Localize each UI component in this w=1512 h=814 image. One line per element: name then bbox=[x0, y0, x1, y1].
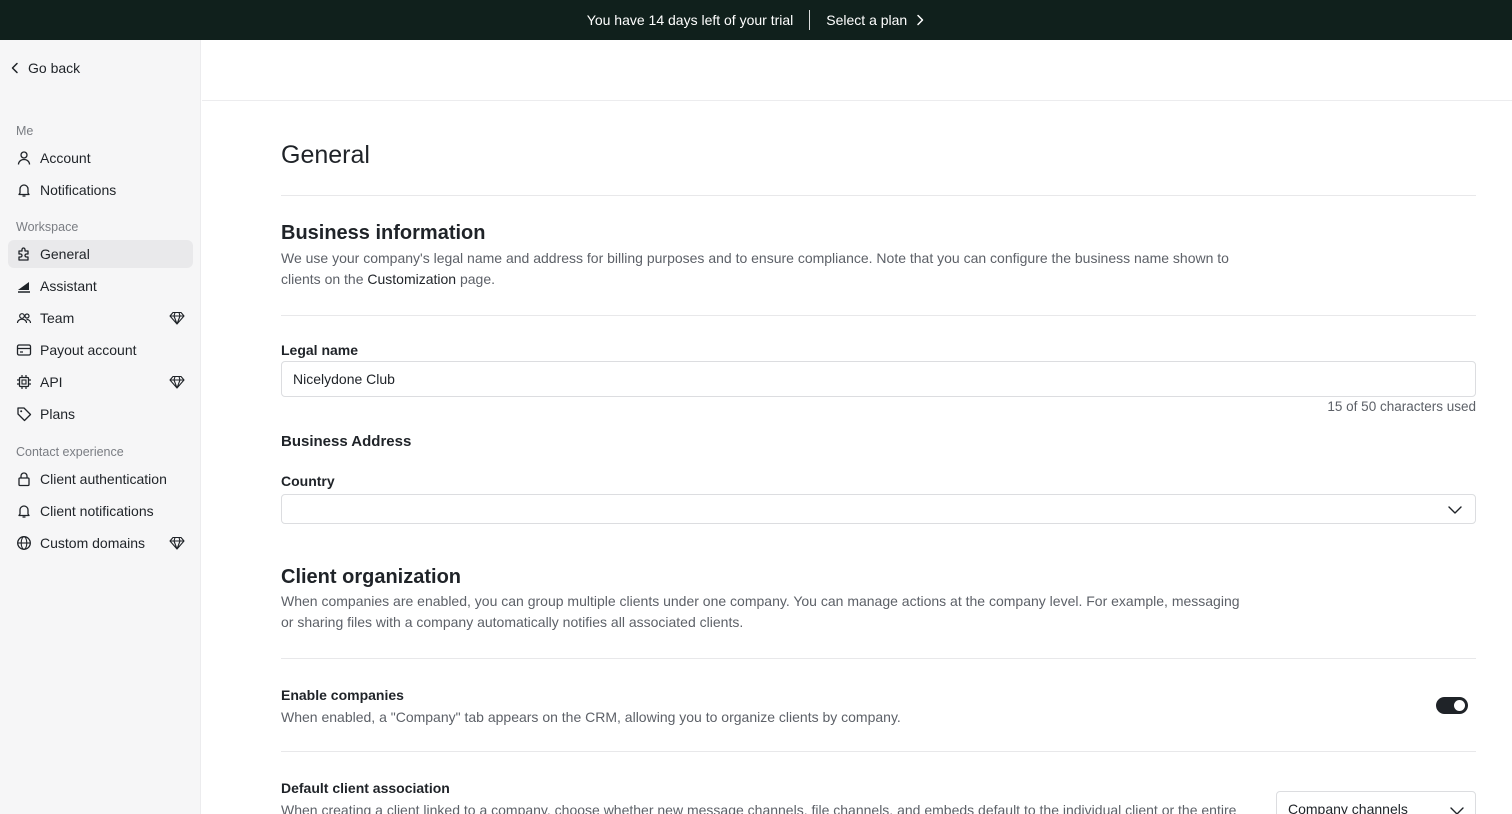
sidebar-item-notifications[interactable]: Notifications bbox=[8, 176, 193, 204]
client-organization-heading: Client organization bbox=[281, 566, 461, 588]
enable-companies-title: Enable companies bbox=[281, 687, 404, 703]
puzzle-icon bbox=[15, 245, 33, 263]
sidebar-item-label: Client authentication bbox=[40, 471, 167, 487]
sidebar-item-label: General bbox=[40, 246, 90, 262]
sidebar-item-label: Assistant bbox=[40, 278, 97, 294]
business-info-heading: Business information bbox=[281, 222, 486, 244]
sidebar-item-label: Custom domains bbox=[40, 535, 146, 551]
default-association-select[interactable]: Company channels bbox=[1276, 791, 1476, 814]
go-back-label: Go back bbox=[28, 60, 81, 76]
section-divider bbox=[281, 315, 1476, 316]
assistant-icon bbox=[15, 277, 33, 295]
trial-banner: You have 14 days left of your trial Sele… bbox=[0, 0, 1512, 40]
toggle-knob bbox=[1454, 700, 1465, 711]
premium-diamond-icon bbox=[169, 310, 185, 326]
users-icon bbox=[15, 309, 33, 327]
content-topbar bbox=[202, 40, 1512, 101]
trial-text: You have 14 days left of your trial bbox=[586, 12, 794, 28]
section-label-me: Me bbox=[16, 124, 34, 138]
default-client-association-title: Default client association bbox=[281, 780, 450, 796]
sidebar-item-label: Payout account bbox=[40, 342, 137, 358]
business-address-heading: Business Address bbox=[281, 433, 412, 450]
section-divider bbox=[281, 658, 1476, 659]
select-plan-link[interactable]: Select a plan bbox=[826, 12, 925, 28]
enable-companies-toggle[interactable] bbox=[1436, 697, 1468, 714]
banner-divider bbox=[809, 10, 811, 30]
country-label: Country bbox=[281, 473, 335, 489]
customization-link[interactable]: Customization bbox=[367, 271, 456, 287]
character-counter: 15 of 50 characters used bbox=[1327, 399, 1476, 414]
sidebar-item-api[interactable]: API bbox=[8, 368, 193, 396]
sidebar-item-label: Plans bbox=[40, 406, 76, 422]
premium-diamond-icon bbox=[169, 374, 185, 390]
globe-icon bbox=[15, 534, 33, 552]
sidebar-item-assistant[interactable]: Assistant bbox=[8, 272, 193, 300]
lock-icon bbox=[15, 470, 33, 488]
section-label-contact-experience: Contact experience bbox=[16, 445, 124, 459]
sidebar-item-general[interactable]: General bbox=[8, 240, 193, 268]
sidebar-item-client-notifications[interactable]: Client notifications bbox=[8, 497, 193, 525]
go-back-button[interactable]: Go back bbox=[8, 56, 80, 80]
business-info-description: We use your company's legal name and add… bbox=[281, 248, 1241, 290]
page-title: General bbox=[281, 141, 370, 169]
legal-name-label: Legal name bbox=[281, 342, 359, 358]
chevron-left-icon bbox=[11, 62, 18, 74]
sidebar-item-payout-account[interactable]: Payout account bbox=[8, 336, 193, 364]
sidebar-item-client-authentication[interactable]: Client authentication bbox=[8, 465, 193, 493]
user-icon bbox=[15, 149, 33, 167]
title-divider bbox=[281, 195, 1476, 196]
sidebar-item-label: API bbox=[40, 374, 63, 390]
premium-diamond-icon bbox=[169, 535, 185, 551]
sidebar-item-label: Team bbox=[40, 310, 75, 326]
sidebar-item-custom-domains[interactable]: Custom domains bbox=[8, 529, 193, 557]
bell-icon bbox=[15, 502, 33, 520]
select-plan-label: Select a plan bbox=[826, 12, 908, 28]
section-divider bbox=[281, 751, 1476, 752]
bell-icon bbox=[15, 181, 33, 199]
sidebar-item-plans[interactable]: Plans bbox=[8, 400, 193, 428]
default-association-value: Company channels bbox=[1288, 801, 1408, 814]
description-text: page. bbox=[456, 271, 496, 287]
section-label-workspace: Workspace bbox=[16, 220, 79, 234]
client-organization-description: When companies are enabled, you can grou… bbox=[281, 593, 1240, 630]
chevron-down-icon bbox=[1449, 803, 1465, 814]
settings-sidebar: Go back Me Account Notifications Workspa… bbox=[0, 40, 201, 814]
default-client-association-description: When creating a client linked to a compa… bbox=[281, 802, 1237, 814]
enable-companies-description: When enabled, a "Company" tab appears on… bbox=[281, 709, 901, 725]
country-select[interactable] bbox=[281, 494, 1476, 524]
tag-icon bbox=[15, 405, 33, 423]
credit-card-icon bbox=[15, 341, 33, 359]
chevron-down-icon bbox=[1447, 502, 1463, 518]
sidebar-item-account[interactable]: Account bbox=[8, 144, 193, 172]
sidebar-item-label: Client notifications bbox=[40, 503, 154, 519]
chip-icon bbox=[15, 373, 33, 391]
chevron-right-icon bbox=[917, 14, 924, 26]
legal-name-input[interactable] bbox=[281, 361, 1476, 397]
sidebar-item-label: Account bbox=[40, 150, 91, 166]
sidebar-item-team[interactable]: Team bbox=[8, 304, 193, 332]
sidebar-item-label: Notifications bbox=[40, 182, 117, 198]
